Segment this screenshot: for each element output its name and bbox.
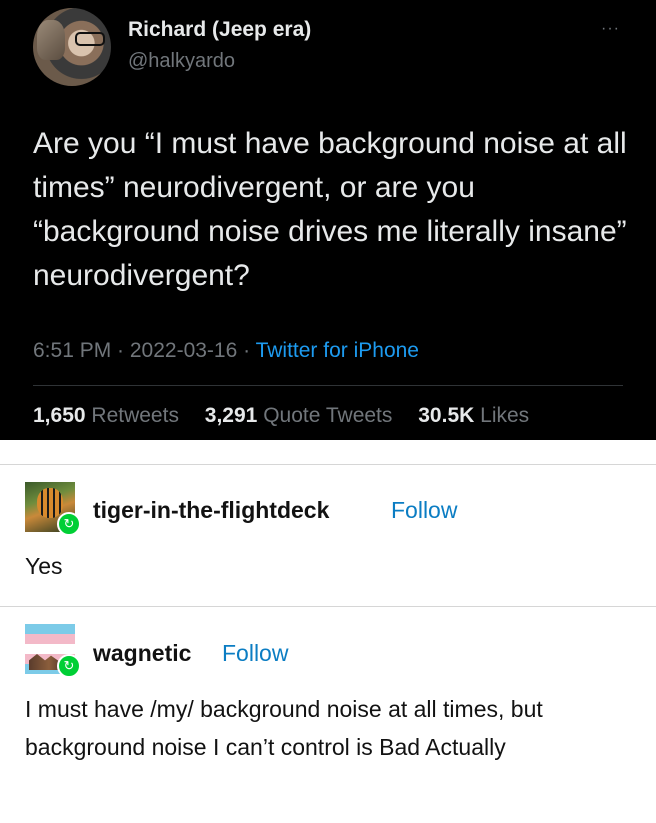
glasses-image bbox=[75, 32, 105, 46]
likes-stat[interactable]: 30.5K Likes bbox=[418, 404, 539, 427]
tweet-text: Are you “I must have background noise at… bbox=[33, 127, 627, 292]
more-options-icon[interactable]: ··· bbox=[601, 20, 620, 38]
tweet-source-link[interactable]: Twitter for iPhone bbox=[256, 339, 419, 362]
reblog-text: I must have /my/ background noise at all… bbox=[25, 696, 543, 760]
divider bbox=[0, 606, 656, 607]
reblog-icon: ↻ bbox=[57, 654, 81, 678]
reblog-text: Yes bbox=[25, 553, 63, 579]
tweet-avatar[interactable] bbox=[33, 8, 111, 86]
cat-image bbox=[37, 20, 65, 60]
tweet-author-name[interactable]: Richard (Jeep era) bbox=[128, 18, 311, 42]
reblog-username[interactable]: wagnetic bbox=[93, 640, 191, 667]
follow-button[interactable]: Follow bbox=[222, 640, 288, 667]
embedded-tweet: Richard (Jeep era) @halkyardo ··· Are yo… bbox=[0, 0, 656, 440]
reblog-icon: ↻ bbox=[57, 512, 81, 536]
reblog-username[interactable]: tiger-in-the-flightdeck bbox=[93, 497, 329, 524]
tweet-stats: 1,650 Retweets 3,291 Quote Tweets 30.5K … bbox=[33, 404, 549, 428]
divider bbox=[33, 385, 623, 386]
retweets-stat[interactable]: 1,650 Retweets bbox=[33, 404, 189, 427]
divider bbox=[0, 464, 656, 465]
tweet-timestamp: 6:51 PM · 2022-03-16 · bbox=[33, 339, 256, 362]
follow-button[interactable]: Follow bbox=[391, 497, 457, 524]
tweet-meta: 6:51 PM · 2022-03-16 · Twitter for iPhon… bbox=[33, 339, 419, 363]
quote-tweets-stat[interactable]: 3,291 Quote Tweets bbox=[205, 404, 403, 427]
tweet-author-handle[interactable]: @halkyardo bbox=[128, 50, 235, 73]
